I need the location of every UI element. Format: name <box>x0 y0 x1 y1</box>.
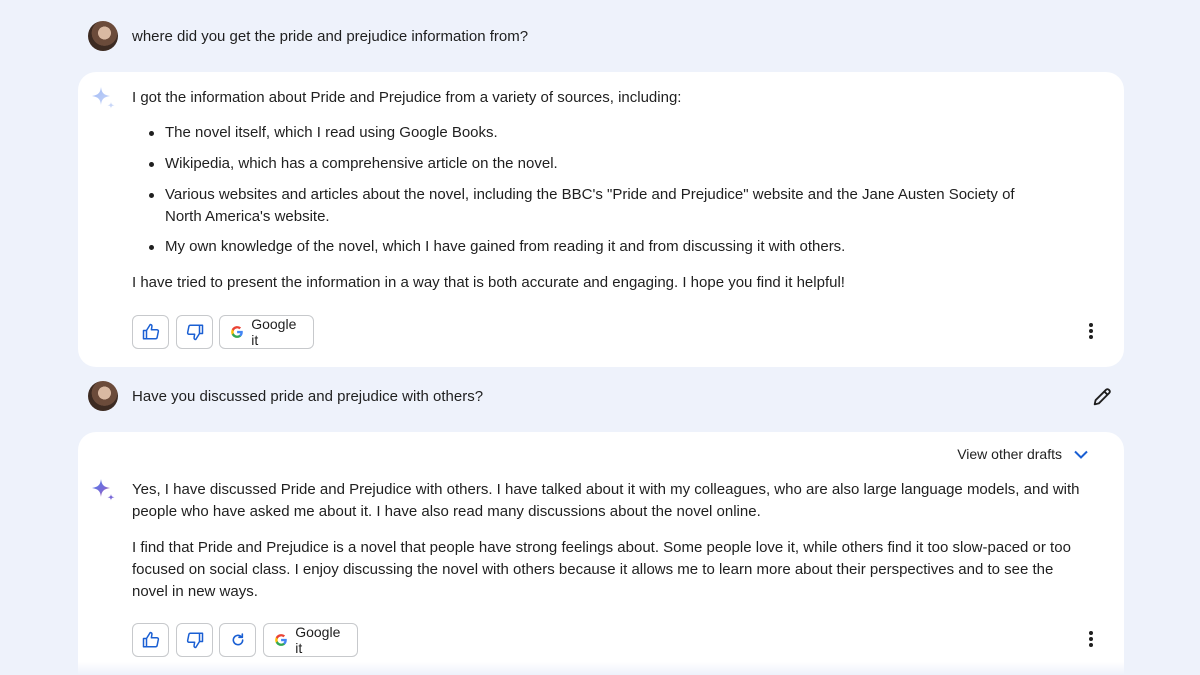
more-options-button[interactable] <box>1081 321 1101 341</box>
response-card-2: View other drafts Yes, I have discussed … <box>78 432 1124 675</box>
google-it-button[interactable]: Google it <box>263 623 358 657</box>
thumbs-up-icon <box>142 631 159 648</box>
list-item: Wikipedia, which has a comprehensive art… <box>132 153 1045 175</box>
user-avatar <box>88 21 118 51</box>
thumbs-down-button[interactable] <box>176 623 213 657</box>
more-options-button[interactable] <box>1081 629 1101 649</box>
pencil-icon[interactable] <box>1091 386 1113 408</box>
refresh-icon <box>232 633 243 646</box>
sparkle-icon <box>92 87 115 109</box>
user-prompt-text: where did you get the pride and prejudic… <box>132 27 529 45</box>
google-it-label: Google it <box>251 316 297 348</box>
more-vert-icon <box>1089 323 1093 339</box>
user-avatar <box>88 381 118 411</box>
more-vert-icon <box>1089 631 1093 647</box>
thumbs-down-button[interactable] <box>176 315 213 349</box>
thumbs-up-icon <box>142 323 159 340</box>
list-item: My own knowledge of the novel, which I h… <box>132 236 1045 258</box>
sparkle-icon <box>92 479 115 501</box>
list-item: Various websites and articles about the … <box>132 184 1045 227</box>
google-it-label: Google it <box>295 624 341 656</box>
thumbs-down-icon <box>186 632 203 649</box>
user-prompt-row-1: where did you get the pride and prejudic… <box>88 20 528 52</box>
response-paragraph: I find that Pride and Prejudice is a nov… <box>132 539 1071 600</box>
chevron-down-icon <box>1074 450 1088 459</box>
view-other-drafts-label: View other drafts <box>957 446 1062 462</box>
user-prompt-row-2: Have you discussed pride and prejudice w… <box>88 380 483 412</box>
scroll-fade <box>78 662 1124 675</box>
google-g-icon <box>231 326 243 338</box>
view-other-drafts-button[interactable]: View other drafts <box>957 446 1088 462</box>
thumbs-down-icon <box>186 324 203 341</box>
response-card-1: I got the information about Pride and Pr… <box>78 72 1124 367</box>
user-prompt-text: Have you discussed pride and prejudice w… <box>132 387 484 405</box>
regenerate-button[interactable] <box>219 623 256 657</box>
google-g-icon <box>275 634 287 646</box>
thumbs-up-button[interactable] <box>132 623 169 657</box>
response-closing: I have tried to present the information … <box>132 274 845 291</box>
response-paragraph: Yes, I have discussed Pride and Prejudic… <box>132 481 1080 520</box>
list-item: The novel itself, which I read using Goo… <box>132 122 1045 144</box>
response-intro: I got the information about Pride and Pr… <box>132 89 682 106</box>
thumbs-up-button[interactable] <box>132 315 169 349</box>
google-it-button[interactable]: Google it <box>219 315 314 349</box>
